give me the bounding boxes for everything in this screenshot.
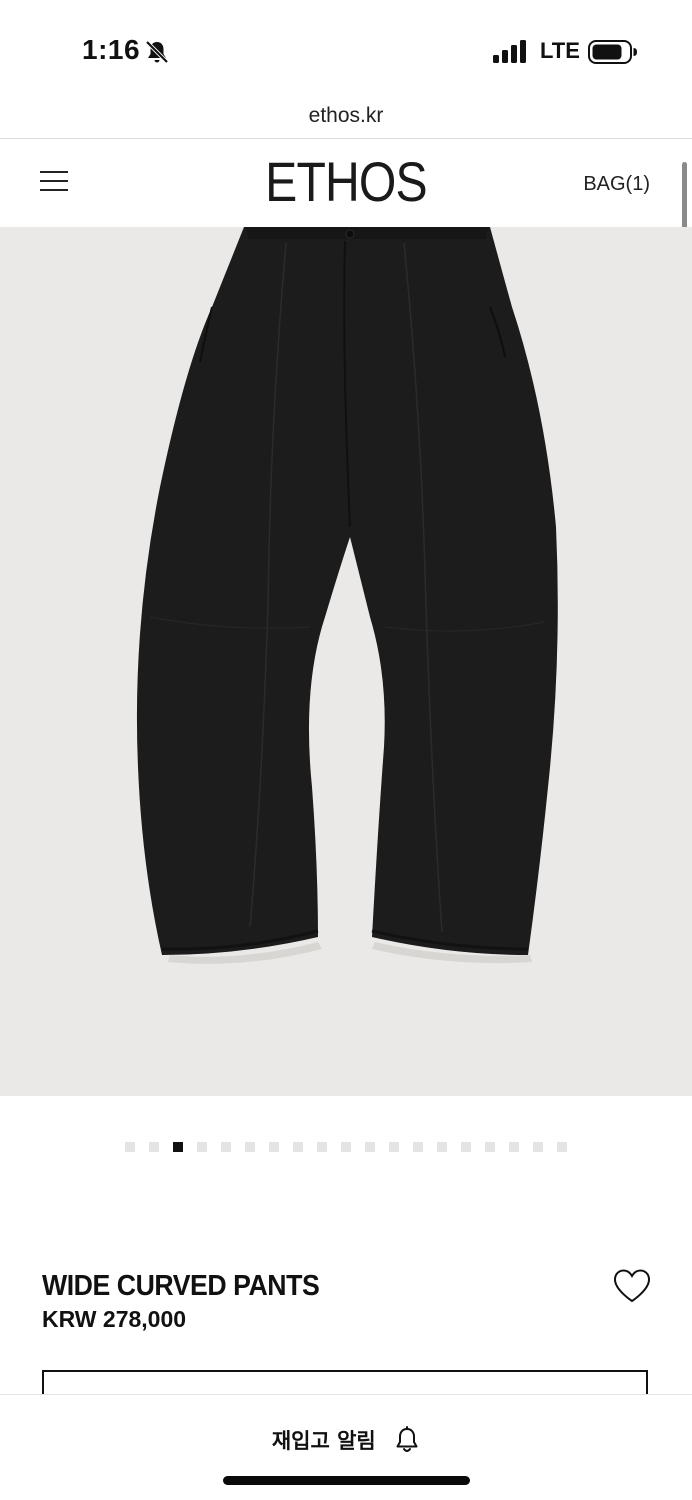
gallery-dot-4[interactable] [197, 1142, 207, 1152]
restock-alert-label: 재입고 알림 [271, 1429, 376, 1453]
gallery-dot-7[interactable] [269, 1142, 279, 1152]
product-page: 1:16 LTE ethos.kr ETHOS BAG(1) WIDE CURV… [0, 0, 692, 1500]
battery-icon [588, 40, 637, 64]
address-bar[interactable]: ethos.kr [0, 100, 692, 138]
gallery-dot-18[interactable] [533, 1142, 543, 1152]
product-price: KRW 278,000 [42, 1306, 187, 1332]
gallery-dot-14[interactable] [437, 1142, 447, 1152]
status-bar: 1:16 LTE [0, 0, 692, 100]
hamburger-menu-icon[interactable] [40, 169, 70, 195]
gallery-dot-15[interactable] [461, 1142, 471, 1152]
heart-icon[interactable] [612, 1268, 652, 1304]
url-text[interactable]: ethos.kr [309, 104, 384, 127]
gallery-dot-5[interactable] [221, 1142, 231, 1152]
home-indicator[interactable] [223, 1476, 470, 1485]
status-time: 1:16 [82, 34, 141, 65]
signal-icon [493, 40, 526, 63]
gallery-dot-10[interactable] [341, 1142, 351, 1152]
network-label: LTE [540, 38, 580, 63]
bell-slash-icon [145, 40, 169, 64]
gallery-dot-11[interactable] [365, 1142, 375, 1152]
gallery-dot-8[interactable] [293, 1142, 303, 1152]
bell-icon [396, 1426, 418, 1452]
product-name: WIDE CURVED PANTS [42, 1270, 320, 1302]
gallery-dot-12[interactable] [389, 1142, 399, 1152]
gallery-dot-13[interactable] [413, 1142, 423, 1152]
bag-link[interactable]: BAG(1) [583, 173, 650, 196]
site-logo[interactable]: ETHOS [48, 149, 643, 214]
gallery-dot-16[interactable] [485, 1142, 495, 1152]
pants-illustration [136, 227, 558, 964]
gallery-dot-19[interactable] [557, 1142, 567, 1152]
gallery-dot-2[interactable] [149, 1142, 159, 1152]
restock-alert-button[interactable]: 재입고 알림 [0, 1425, 692, 1465]
gallery-dot-17[interactable] [509, 1142, 519, 1152]
gallery-pager [0, 1142, 692, 1154]
gallery-dot-9[interactable] [317, 1142, 327, 1152]
gallery-dot-3[interactable] [173, 1142, 183, 1152]
gallery-dot-1[interactable] [125, 1142, 135, 1152]
product-image[interactable] [0, 227, 692, 1096]
site-header: ETHOS BAG(1) [0, 139, 692, 227]
gallery-dot-6[interactable] [245, 1142, 255, 1152]
